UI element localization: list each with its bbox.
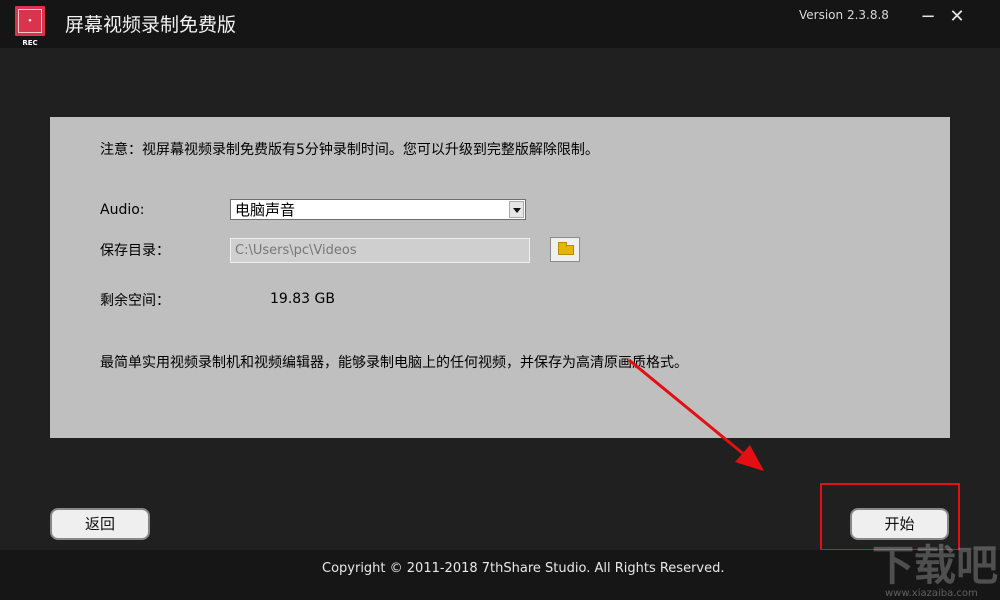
app-title: 屏幕视频录制免费版 <box>65 14 237 36</box>
settings-panel: 注意：视屏幕视频录制免费版有5分钟录制时间。您可以升级到完整版解除限制。 Aud… <box>50 117 950 438</box>
audio-source-select[interactable]: 电脑声音 <box>230 199 526 220</box>
close-icon[interactable]: ✕ <box>947 8 967 28</box>
free-space-value: 19.83 GB <box>270 291 335 307</box>
minimize-icon[interactable]: − <box>918 8 938 28</box>
copyright-text: Copyright © 2011-2018 7thShare Studio. A… <box>322 561 725 576</box>
browse-folder-button[interactable] <box>550 237 580 262</box>
save-directory-label: 保存目录： <box>100 243 170 259</box>
back-button[interactable]: 返回 <box>50 508 150 540</box>
rec-logo-text: • REC <box>18 9 42 47</box>
version-label: Version 2.3.8.8 <box>799 8 889 22</box>
save-directory-field[interactable]: C:\Users\pc\Videos <box>230 238 530 263</box>
audio-label: Audio: <box>100 202 145 218</box>
folder-icon <box>558 242 574 255</box>
title-bar: • REC 屏幕视频录制免费版 Version 2.3.8.8 − ✕ <box>0 0 1000 48</box>
rec-logo-icon: • REC <box>15 6 45 47</box>
product-description: 最简单实用视频录制机和视频编辑器，能够录制电脑上的任何视频，并保存为高清原画质格… <box>100 355 688 371</box>
footer-bar: Copyright © 2011-2018 7thShare Studio. A… <box>0 550 1000 600</box>
free-space-label: 剩余空间： <box>100 293 170 309</box>
watermark-url: www.xiazaiba.com <box>885 588 978 599</box>
dropdown-arrow-icon[interactable] <box>509 201 524 218</box>
audio-selected-value: 电脑声音 <box>235 201 296 219</box>
free-version-notice: 注意：视屏幕视频录制免费版有5分钟录制时间。您可以升级到完整版解除限制。 <box>100 142 599 158</box>
